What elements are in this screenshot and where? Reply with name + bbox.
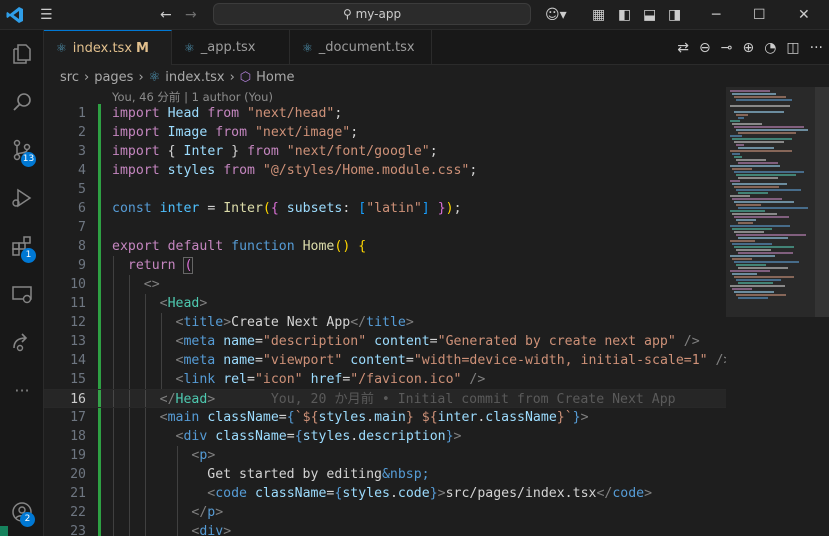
code-line: 7 — [78, 220, 86, 235]
toggle-primary-sidebar-icon[interactable]: ◧ — [618, 6, 631, 24]
code-line: 22 </p> — [70, 505, 224, 520]
code-line: 14 <meta name="viewport" content="width=… — [70, 353, 726, 368]
forward-arrow-icon[interactable]: → — [185, 6, 197, 24]
customize-layout-icon[interactable]: ▦ — [592, 6, 605, 24]
toggle-secondary-sidebar-icon[interactable]: ◨ — [668, 6, 681, 24]
react-file-icon: ⚛ — [302, 40, 313, 55]
activity-bar: 13 1 ··· 2 — [0, 30, 44, 536]
search-sidebar-icon[interactable] — [0, 82, 44, 122]
code-line: 12 <title>Create Next App</title> — [70, 315, 414, 330]
breadcrumb: src › pages › ⚛ index.tsx › ⬡ Home — [60, 68, 295, 86]
explorer-icon[interactable] — [0, 34, 44, 74]
timeline-icon[interactable]: ⊸ — [721, 40, 733, 56]
code-line: 8 export default function Home() { — [78, 239, 367, 254]
menu-icon[interactable]: ☰ — [40, 6, 53, 24]
code-line: 17 <main className={`${styles.main} ${in… — [70, 410, 589, 425]
code-line: 1 import Head from "next/head"; — [78, 106, 343, 121]
code-line: 3 import { Inter } from "next/font/google… — [78, 144, 438, 159]
codelens-blame[interactable]: You, 46 分前 | 1 author (You) — [112, 89, 273, 105]
compare-changes-icon[interactable]: ⇄ — [677, 40, 689, 56]
code-line: 6 const inter = Inter({ subsets: ["latin"… — [78, 201, 462, 216]
vertical-scrollbar[interactable] — [815, 87, 829, 317]
tab-app-tsx[interactable]: ⚛ _app.tsx — [172, 30, 290, 65]
code-line: 23 <div> — [70, 524, 232, 536]
breadcrumb-item-file[interactable]: index.tsx — [165, 70, 224, 85]
live-share-icon[interactable] — [0, 322, 44, 362]
title-bar: ☰ ← → ⚲ my-app ☺▾ ▦ ◧ ⬓ ◨ ─ ☐ ✕ — [0, 0, 829, 30]
close-icon[interactable]: ✕ — [798, 6, 810, 24]
command-center-search[interactable]: ⚲ my-app — [213, 3, 531, 25]
toggle-panel-icon[interactable]: ⬓ — [643, 6, 656, 24]
tab-index-tsx[interactable]: ⚛ index.tsx M — [44, 30, 172, 65]
tab-document-tsx[interactable]: ⚛ _document.tsx — [290, 30, 432, 65]
status-indicator — [0, 526, 8, 536]
back-arrow-icon[interactable]: ← — [160, 6, 172, 24]
minimap-slider[interactable] — [726, 87, 815, 317]
extensions-icon[interactable]: 1 — [0, 226, 44, 266]
react-file-icon: ⚛ — [148, 69, 161, 85]
react-file-icon: ⚛ — [56, 41, 67, 55]
code-line: 2 import Image from "next/image"; — [78, 125, 359, 140]
previous-change-icon[interactable]: ⊖ — [699, 40, 711, 56]
copilot-icon[interactable]: ☺▾ — [545, 6, 567, 24]
code-editor[interactable]: You, 46 分前 | 1 author (You) 1 import Head… — [44, 87, 726, 536]
code-line: 20 Get started by editing&nbsp; — [70, 467, 430, 482]
scm-badge: 13 — [21, 152, 36, 167]
run-debug-icon[interactable] — [0, 178, 44, 218]
split-editor-icon[interactable]: ◫ — [786, 40, 799, 56]
code-line: 13 <meta name="description" content="Gen… — [70, 334, 700, 349]
chevron-right-icon: › — [138, 69, 144, 85]
code-line: 10 <> — [70, 277, 160, 292]
source-control-icon[interactable]: 13 — [0, 130, 44, 170]
chevron-right-icon: › — [83, 69, 90, 85]
git-graph-icon[interactable]: ◔ — [764, 40, 776, 56]
code-line: 21 <code className={styles.code}>src/pag… — [70, 486, 653, 501]
code-line: 19 <p> — [70, 448, 216, 463]
maximize-icon[interactable]: ☐ — [753, 6, 766, 24]
more-actions-icon[interactable]: ··· — [810, 40, 823, 56]
tab-label: _app.tsx — [200, 40, 256, 55]
search-icon: ⚲ — [342, 7, 352, 21]
search-label: my-app — [355, 7, 402, 21]
chevron-right-icon: › — [229, 69, 235, 85]
modified-badge: M — [136, 40, 149, 56]
inline-blame: You, 20 か月前 • Initial commit from Create… — [270, 392, 676, 407]
remote-explorer-icon[interactable] — [0, 274, 44, 314]
next-change-icon[interactable]: ⊕ — [742, 40, 754, 56]
react-file-icon: ⚛ — [184, 40, 195, 55]
minimize-icon[interactable]: ─ — [712, 6, 720, 24]
accounts-badge: 2 — [20, 512, 35, 527]
code-line: 5 — [78, 182, 86, 197]
code-line-current: 16 </Head> You, 20 か月前 • Initial commit … — [44, 389, 726, 408]
code-line: 9 return ( — [78, 257, 194, 274]
tab-label: _document.tsx — [318, 40, 415, 55]
code-line: 4 import styles from "@/styles/Home.modul… — [78, 163, 478, 178]
breadcrumb-item-symbol[interactable]: Home — [256, 70, 294, 85]
code-line: 11 <Head> — [70, 296, 208, 311]
tab-label: index.tsx — [72, 40, 133, 56]
more-icon[interactable]: ··· — [0, 370, 44, 410]
code-line: 15 <link rel="icon" href="/favicon.ico" … — [70, 372, 486, 387]
vscode-logo-icon — [6, 7, 23, 23]
extensions-badge: 1 — [21, 248, 36, 263]
editor-tabs: ⚛ index.tsx M ⚛ _app.tsx ⚛ _document.tsx… — [44, 30, 829, 65]
editor-actions: ⇄ ⊖ ⊸ ⊕ ◔ ◫ ··· — [677, 30, 823, 65]
breadcrumb-item-src[interactable]: src — [60, 70, 79, 85]
cube-icon: ⬡ — [239, 69, 252, 85]
breadcrumb-item-pages[interactable]: pages — [94, 70, 133, 85]
code-line: 18 <div className={styles.description}> — [70, 429, 462, 444]
